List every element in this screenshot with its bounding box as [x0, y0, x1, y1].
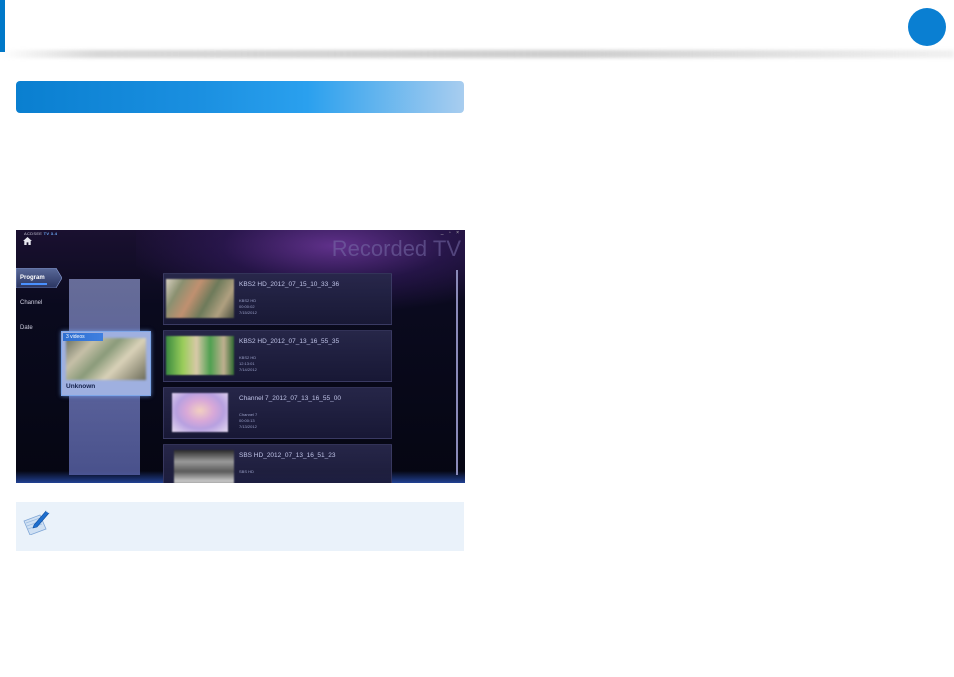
recording-item[interactable]: KBS2 HD_2012_07_13_16_55_35 KBS2 HD 12:1…: [163, 330, 392, 382]
app-title: ACDSEE TV 3.4: [24, 231, 57, 236]
recording-channel: KBS2 HD: [239, 355, 257, 360]
recording-channel: Channel 7: [239, 412, 258, 417]
nav-item-channel[interactable]: Channel: [20, 300, 42, 306]
recording-date: 7/13/2012: [239, 424, 257, 429]
recording-thumbnail: [166, 279, 234, 318]
note-box: [16, 502, 464, 551]
page-accent-bar: [0, 0, 5, 52]
recording-title: SBS HD_2012_07_13_16_51_23: [239, 452, 336, 459]
recording-duration: 00:00:02: [239, 304, 255, 309]
recording-channel: SBS HD: [239, 469, 254, 474]
recording-thumbnail: [166, 336, 234, 375]
nav-item-program[interactable]: Program: [20, 275, 45, 281]
app-brand-name: TV 3.4: [43, 231, 58, 236]
recording-item[interactable]: KBS2 HD_2012_07_15_10_33_36 KBS2 HD 00:0…: [163, 273, 392, 325]
nav-selected-indicator: [21, 283, 47, 285]
section-heading-bar: [16, 81, 464, 113]
recording-title: KBS2 HD_2012_07_13_16_55_35: [239, 338, 340, 345]
recording-channel: KBS2 HD: [239, 298, 257, 303]
group-count-badge: 3 videos: [63, 333, 103, 341]
group-thumbnail: [66, 338, 146, 380]
app-brand-prefix: ACDSEE: [24, 231, 43, 236]
scrollbar-thumb[interactable]: [456, 270, 458, 475]
recording-thumbnail: [172, 393, 228, 432]
recording-item[interactable]: SBS HD_2012_07_13_16_51_23 SBS HD: [163, 444, 392, 483]
screen-title: Recorded TV: [331, 236, 461, 261]
recording-thumbnail: [174, 450, 234, 483]
group-count-label: 3 videos: [66, 334, 85, 340]
nav-item-date[interactable]: Date: [20, 325, 33, 331]
recording-date: 7/15/2012: [239, 310, 257, 315]
group-name: Unknown: [66, 383, 96, 390]
header-rule: [0, 50, 954, 58]
note-pencil-icon: [23, 510, 50, 535]
home-icon[interactable]: [23, 237, 32, 245]
recording-date: 7/14/2012: [239, 367, 257, 372]
recording-title: Channel 7_2012_07_13_16_55_00: [239, 395, 341, 402]
recorded-tv-screenshot: ACDSEE TV 3.4 _ ▫ × Recorded TV Program …: [16, 230, 465, 483]
recording-item[interactable]: Channel 7_2012_07_13_16_55_00 Channel 7 …: [163, 387, 392, 439]
group-card-unknown[interactable]: 3 videos Unknown: [61, 331, 151, 396]
recording-duration: 12:13:01: [239, 361, 255, 366]
recording-title: KBS2 HD_2012_07_15_10_33_36: [239, 281, 340, 288]
chapter-badge: [908, 8, 946, 46]
recording-duration: 00:00:13: [239, 418, 255, 423]
